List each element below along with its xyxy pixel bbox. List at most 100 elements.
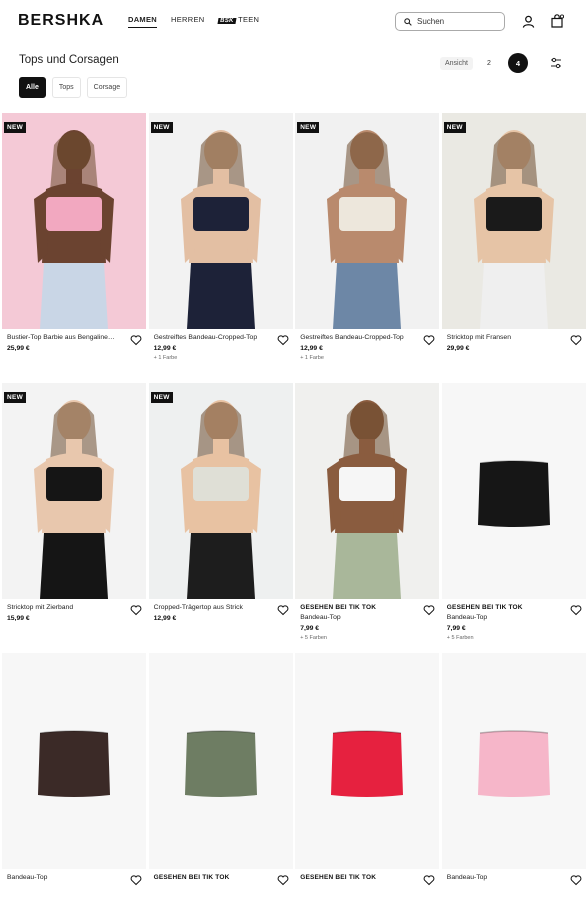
nav-teen[interactable]: BSK TEEN bbox=[217, 15, 259, 28]
product-photo bbox=[38, 730, 110, 797]
wishlist-button[interactable] bbox=[570, 873, 582, 886]
heart-icon bbox=[277, 605, 288, 616]
product-info[interactable]: GESEHEN BEI TIK TOK Bandeau-Top 7,99 € + 5 … bbox=[295, 599, 439, 653]
nav-herren[interactable]: HERREN bbox=[171, 15, 204, 28]
filter-chip-tops[interactable]: Tops bbox=[51, 77, 81, 98]
product-image[interactable]: NEW bbox=[295, 113, 440, 329]
new-badge: NEW bbox=[443, 122, 466, 133]
product-info[interactable]: Gestreiftes Bandeau-Cropped-Top 12,99 € + … bbox=[295, 329, 439, 383]
bsk-logo: BSK bbox=[217, 18, 237, 24]
product-info[interactable]: Cropped-Trägertop aus Strick 12,99 € bbox=[149, 599, 293, 653]
product-card[interactable]: NEW Cropped-Trägertop aus Strick 12,99 € bbox=[148, 383, 293, 653]
category-filters: Alle Tops Corsage bbox=[19, 77, 128, 98]
product-info[interactable]: Bustier-Top Barbie aus Bengaline… 25,99 € bbox=[2, 329, 146, 383]
product-price: 12,99 € bbox=[300, 345, 323, 352]
product-image[interactable] bbox=[295, 653, 440, 869]
product-price: 25,99 € bbox=[7, 345, 30, 352]
heart-icon bbox=[277, 875, 288, 886]
product-name[interactable]: Bandeau-Top bbox=[447, 874, 566, 881]
wishlist-button[interactable] bbox=[423, 333, 435, 346]
product-image[interactable] bbox=[148, 653, 293, 869]
product-price: 15,99 € bbox=[7, 615, 30, 622]
product-info[interactable]: Gestreiftes Bandeau-Cropped-Top 12,99 € + … bbox=[149, 329, 293, 383]
product-name[interactable]: Bandeau-Top bbox=[300, 614, 419, 621]
view-2-columns-button[interactable]: 2 bbox=[481, 55, 497, 71]
product-name[interactable]: Cropped-Trägertop aus Strick bbox=[154, 604, 273, 611]
product-photo bbox=[331, 730, 404, 797]
product-info[interactable]: Bandeau-Top bbox=[2, 869, 146, 900]
product-image[interactable]: NEW bbox=[441, 113, 586, 329]
new-badge: NEW bbox=[150, 392, 173, 403]
product-image[interactable]: NEW bbox=[148, 383, 293, 599]
product-card[interactable]: GESEHEN BEI TIK TOK bbox=[295, 653, 440, 900]
product-info[interactable]: GESEHEN BEI TIK TOK Bandeau-Top 7,99 € + 5 … bbox=[442, 599, 586, 653]
wishlist-button[interactable] bbox=[130, 873, 142, 886]
product-info[interactable]: Stricktop mit Zierband 15,99 € bbox=[2, 599, 146, 653]
product-card[interactable]: NEW Stricktop mit Zierband 15,99 € bbox=[2, 383, 146, 653]
filter-chip-alle[interactable]: Alle bbox=[19, 77, 46, 98]
tiktok-tag: GESEHEN BEI TIK TOK bbox=[446, 604, 523, 611]
product-card[interactable]: GESEHEN BEI TIK TOK Bandeau-Top 7,99 € + 5 … bbox=[295, 383, 440, 653]
user-icon bbox=[522, 15, 534, 28]
product-image[interactable] bbox=[2, 653, 146, 869]
model-photo bbox=[34, 130, 114, 329]
wishlist-button[interactable] bbox=[423, 873, 435, 886]
wishlist-button[interactable] bbox=[277, 873, 289, 886]
wishlist-button[interactable] bbox=[277, 603, 289, 616]
wishlist-button[interactable] bbox=[570, 603, 582, 616]
product-info[interactable]: GESEHEN BEI TIK TOK bbox=[295, 869, 439, 900]
product-info[interactable]: GESEHEN BEI TIK TOK bbox=[149, 869, 293, 900]
product-name[interactable]: Gestreiftes Bandeau-Cropped-Top bbox=[154, 334, 273, 341]
product-name[interactable]: Gestreiftes Bandeau-Cropped-Top bbox=[300, 334, 419, 341]
model-photo bbox=[473, 130, 554, 329]
filter-chip-corsage[interactable]: Corsage bbox=[86, 77, 128, 98]
product-card[interactable]: GESEHEN BEI TIK TOK Bandeau-Top 7,99 € + 5 … bbox=[441, 383, 586, 653]
model-photo bbox=[327, 130, 408, 329]
top-bar: BERSHKA DAMEN HERREN BSK TEEN Suchen bbox=[0, 0, 588, 42]
wishlist-button[interactable] bbox=[130, 333, 142, 346]
product-image[interactable]: NEW bbox=[2, 113, 146, 329]
product-card[interactable]: Bandeau-Top bbox=[2, 653, 146, 900]
product-image[interactable]: NEW bbox=[148, 113, 293, 329]
product-card[interactable]: NEW Stricktop mit Fransen 29,99 € bbox=[441, 113, 586, 383]
product-card[interactable]: NEW Gestreiftes Bandeau-Cropped-Top 12,99 … bbox=[295, 113, 440, 383]
wishlist-button[interactable] bbox=[277, 333, 289, 346]
product-image[interactable] bbox=[441, 653, 586, 869]
bershka-logo[interactable]: BERSHKA bbox=[18, 12, 104, 30]
product-card[interactable]: GESEHEN BEI TIK TOK bbox=[148, 653, 293, 900]
product-card[interactable]: NEW Gestreiftes Bandeau-Cropped-Top 12,99 … bbox=[148, 113, 293, 383]
product-price: 7,99 € bbox=[446, 625, 466, 632]
product-name[interactable]: Bandeau-Top bbox=[7, 874, 126, 881]
product-price: 12,99 € bbox=[153, 345, 177, 352]
nav-damen[interactable]: DAMEN bbox=[128, 15, 157, 28]
product-info[interactable]: Stricktop mit Fransen 29,99 € bbox=[442, 329, 586, 383]
new-badge: NEW bbox=[297, 122, 320, 133]
product-info[interactable]: Bandeau-Top bbox=[442, 869, 586, 900]
product-name[interactable]: Stricktop mit Fransen bbox=[447, 334, 566, 341]
wishlist-button[interactable] bbox=[570, 333, 582, 346]
product-name[interactable]: Bustier-Top Barbie aus Bengaline… bbox=[7, 334, 126, 341]
wishlist-button[interactable] bbox=[130, 603, 142, 616]
tiktok-tag: GESEHEN BEI TIK TOK bbox=[300, 874, 377, 881]
product-name[interactable]: Stricktop mit Zierband bbox=[7, 604, 126, 611]
product-name[interactable]: Bandeau-Top bbox=[447, 614, 566, 621]
product-image[interactable]: NEW bbox=[2, 383, 146, 599]
search-placeholder: Suchen bbox=[417, 17, 445, 26]
cart-button[interactable] bbox=[549, 13, 565, 29]
view-4-columns-button[interactable]: 4 bbox=[508, 53, 528, 73]
filter-sliders-icon bbox=[551, 57, 561, 69]
product-image[interactable] bbox=[295, 383, 440, 599]
product-card[interactable]: Bandeau-Top bbox=[441, 653, 586, 900]
product-colors-count: + 5 Farben bbox=[300, 635, 327, 641]
product-grid: NEW Bustier-Top Barbie aus Bengaline… 25,9… bbox=[2, 113, 586, 900]
account-button[interactable] bbox=[520, 13, 536, 29]
product-colors-count: + 1 Farbe bbox=[300, 355, 324, 361]
new-badge: NEW bbox=[4, 392, 27, 403]
product-image[interactable] bbox=[441, 383, 586, 599]
model-photo bbox=[180, 130, 261, 329]
heart-icon bbox=[570, 605, 582, 616]
search-box[interactable]: Suchen bbox=[395, 12, 505, 31]
product-card[interactable]: NEW Bustier-Top Barbie aus Bengaline… 25,9… bbox=[2, 113, 146, 383]
wishlist-button[interactable] bbox=[423, 603, 435, 616]
filter-button[interactable] bbox=[546, 53, 566, 73]
